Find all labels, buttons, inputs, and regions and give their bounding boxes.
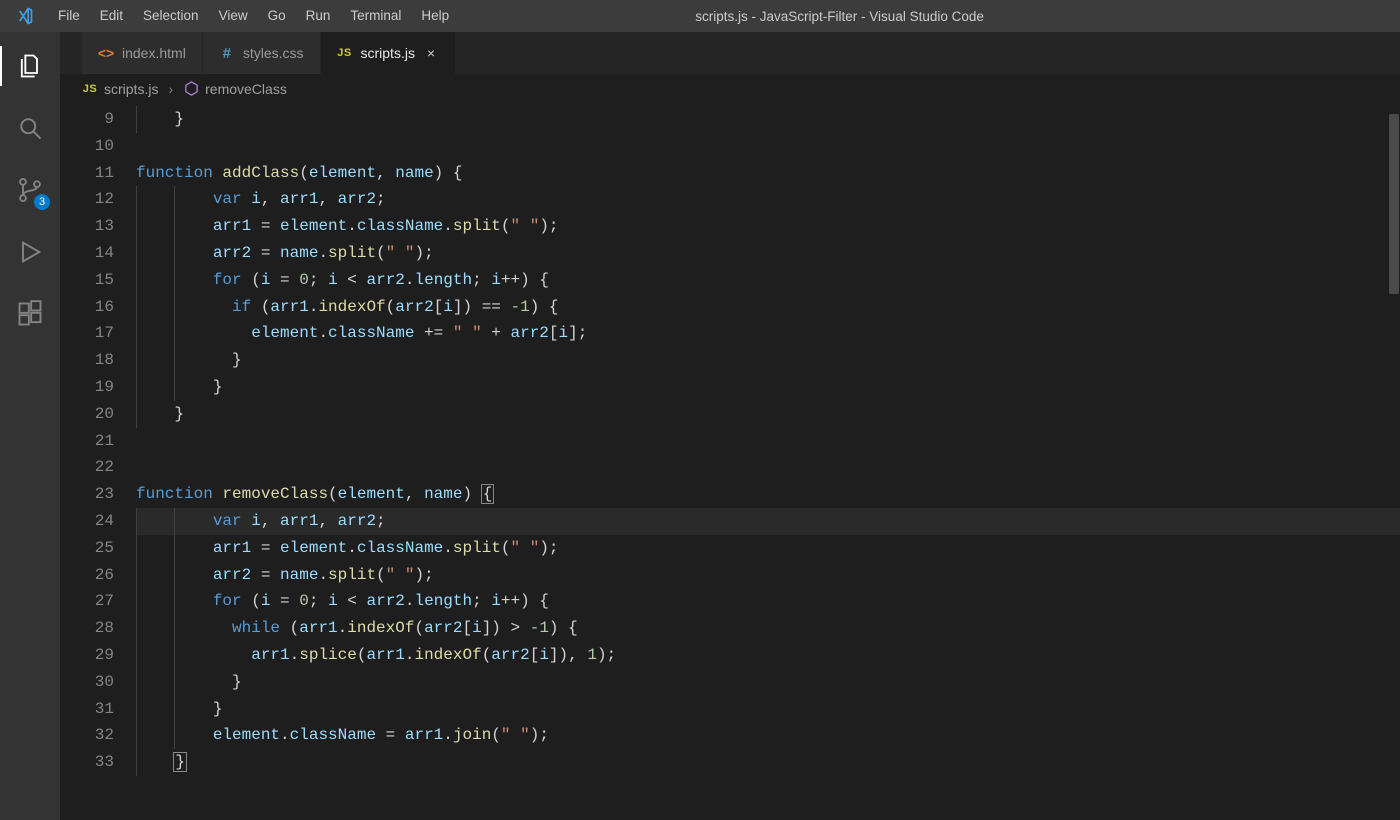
tab-label: scripts.js bbox=[361, 45, 415, 61]
line-number: 11 bbox=[60, 160, 114, 187]
code-line[interactable]: while (arr1.indexOf(arr2[i]) > -1) { bbox=[136, 615, 1400, 642]
js-file-icon: JS bbox=[337, 45, 353, 61]
js-file-icon: JS bbox=[82, 81, 98, 97]
line-number: 19 bbox=[60, 374, 114, 401]
titlebar: File Edit Selection View Go Run Terminal… bbox=[0, 0, 1400, 32]
breadcrumb-file[interactable]: JS scripts.js bbox=[82, 81, 158, 97]
line-number: 16 bbox=[60, 294, 114, 321]
method-symbol-icon bbox=[183, 81, 199, 97]
line-number: 15 bbox=[60, 267, 114, 294]
menu-go[interactable]: Go bbox=[258, 0, 296, 32]
breadcrumb-symbol[interactable]: removeClass bbox=[183, 81, 287, 97]
breadcrumb-file-label: scripts.js bbox=[104, 81, 158, 97]
vertical-scrollbar[interactable] bbox=[1386, 104, 1400, 820]
code-content[interactable]: } function addClass(element, name) { var … bbox=[136, 106, 1400, 820]
window-title: scripts.js - JavaScript-Filter - Visual … bbox=[459, 9, 1400, 24]
code-line[interactable]: } bbox=[136, 696, 1400, 723]
code-line[interactable]: arr2 = name.split(" "); bbox=[136, 562, 1400, 589]
tab-index-html[interactable]: <> index.html bbox=[82, 32, 203, 74]
line-number: 28 bbox=[60, 615, 114, 642]
activity-explorer[interactable] bbox=[0, 40, 60, 92]
breadcrumb[interactable]: JS scripts.js › removeClass bbox=[60, 74, 1400, 104]
code-line[interactable]: arr1 = element.className.split(" "); bbox=[136, 535, 1400, 562]
line-number: 18 bbox=[60, 347, 114, 374]
line-number: 21 bbox=[60, 428, 114, 455]
activity-source-control[interactable]: 3 bbox=[0, 164, 60, 216]
tab-styles-css[interactable]: # styles.css bbox=[203, 32, 321, 74]
line-number: 12 bbox=[60, 186, 114, 213]
line-number: 14 bbox=[60, 240, 114, 267]
line-number: 32 bbox=[60, 722, 114, 749]
activity-run-debug[interactable] bbox=[0, 226, 60, 278]
activity-bar: 3 bbox=[0, 32, 60, 820]
code-line[interactable]: } bbox=[136, 749, 1400, 776]
menu-selection[interactable]: Selection bbox=[133, 0, 209, 32]
line-number: 22 bbox=[60, 454, 114, 481]
code-line[interactable]: function removeClass(element, name) { bbox=[136, 481, 1400, 508]
line-number-gutter: 9101112131415161718192021222324252627282… bbox=[60, 106, 136, 820]
menu-bar: File Edit Selection View Go Run Terminal… bbox=[48, 0, 459, 32]
close-icon[interactable]: × bbox=[423, 45, 439, 61]
code-line[interactable]: arr1.splice(arr1.indexOf(arr2[i]), 1); bbox=[136, 642, 1400, 669]
code-line[interactable]: for (i = 0; i < arr2.length; i++) { bbox=[136, 267, 1400, 294]
code-line[interactable]: } bbox=[136, 401, 1400, 428]
line-number: 26 bbox=[60, 562, 114, 589]
chevron-right-icon: › bbox=[168, 81, 173, 97]
activity-extensions[interactable] bbox=[0, 288, 60, 340]
menu-edit[interactable]: Edit bbox=[90, 0, 133, 32]
code-line[interactable]: var i, arr1, arr2; bbox=[136, 186, 1400, 213]
code-editor[interactable]: 9101112131415161718192021222324252627282… bbox=[60, 104, 1400, 820]
line-number: 31 bbox=[60, 696, 114, 723]
code-line[interactable]: element.className += " " + arr2[i]; bbox=[136, 320, 1400, 347]
activity-search[interactable] bbox=[0, 102, 60, 154]
menu-view[interactable]: View bbox=[209, 0, 258, 32]
code-line[interactable]: } bbox=[136, 374, 1400, 401]
line-number: 13 bbox=[60, 213, 114, 240]
code-line[interactable]: element.className = arr1.join(" "); bbox=[136, 722, 1400, 749]
editor-group: <> index.html # styles.css JS scripts.js… bbox=[60, 32, 1400, 820]
code-line[interactable]: } bbox=[136, 106, 1400, 133]
line-number: 27 bbox=[60, 588, 114, 615]
breadcrumb-symbol-label: removeClass bbox=[205, 81, 287, 97]
files-icon bbox=[16, 52, 44, 80]
vscode-logo-icon bbox=[0, 6, 48, 26]
html-file-icon: <> bbox=[98, 45, 114, 61]
code-line[interactable] bbox=[136, 454, 1400, 481]
line-number: 23 bbox=[60, 481, 114, 508]
tab-scripts-js[interactable]: JS scripts.js × bbox=[321, 32, 456, 74]
code-line[interactable]: } bbox=[136, 669, 1400, 696]
tab-label: styles.css bbox=[243, 45, 304, 61]
line-number: 24 bbox=[60, 508, 114, 535]
menu-terminal[interactable]: Terminal bbox=[340, 0, 411, 32]
menu-help[interactable]: Help bbox=[411, 0, 459, 32]
css-file-icon: # bbox=[219, 45, 235, 61]
menu-file[interactable]: File bbox=[48, 0, 90, 32]
line-number: 10 bbox=[60, 133, 114, 160]
scrollbar-thumb[interactable] bbox=[1389, 114, 1399, 294]
code-line[interactable]: } bbox=[136, 347, 1400, 374]
scm-badge: 3 bbox=[34, 194, 50, 210]
tab-bar: <> index.html # styles.css JS scripts.js… bbox=[60, 32, 1400, 74]
line-number: 25 bbox=[60, 535, 114, 562]
line-number: 29 bbox=[60, 642, 114, 669]
code-line[interactable]: arr1 = element.className.split(" "); bbox=[136, 213, 1400, 240]
extensions-icon bbox=[16, 300, 44, 328]
line-number: 9 bbox=[60, 106, 114, 133]
code-line[interactable]: arr2 = name.split(" "); bbox=[136, 240, 1400, 267]
code-line[interactable] bbox=[136, 133, 1400, 160]
line-number: 17 bbox=[60, 320, 114, 347]
menu-run[interactable]: Run bbox=[296, 0, 341, 32]
code-line[interactable] bbox=[136, 428, 1400, 455]
code-line[interactable]: var i, arr1, arr2; bbox=[136, 508, 1400, 535]
search-icon bbox=[16, 114, 44, 142]
tab-label: index.html bbox=[122, 45, 186, 61]
line-number: 33 bbox=[60, 749, 114, 776]
play-bug-icon bbox=[16, 238, 44, 266]
code-line[interactable]: function addClass(element, name) { bbox=[136, 160, 1400, 187]
line-number: 20 bbox=[60, 401, 114, 428]
code-line[interactable]: for (i = 0; i < arr2.length; i++) { bbox=[136, 588, 1400, 615]
line-number: 30 bbox=[60, 669, 114, 696]
code-line[interactable]: if (arr1.indexOf(arr2[i]) == -1) { bbox=[136, 294, 1400, 321]
